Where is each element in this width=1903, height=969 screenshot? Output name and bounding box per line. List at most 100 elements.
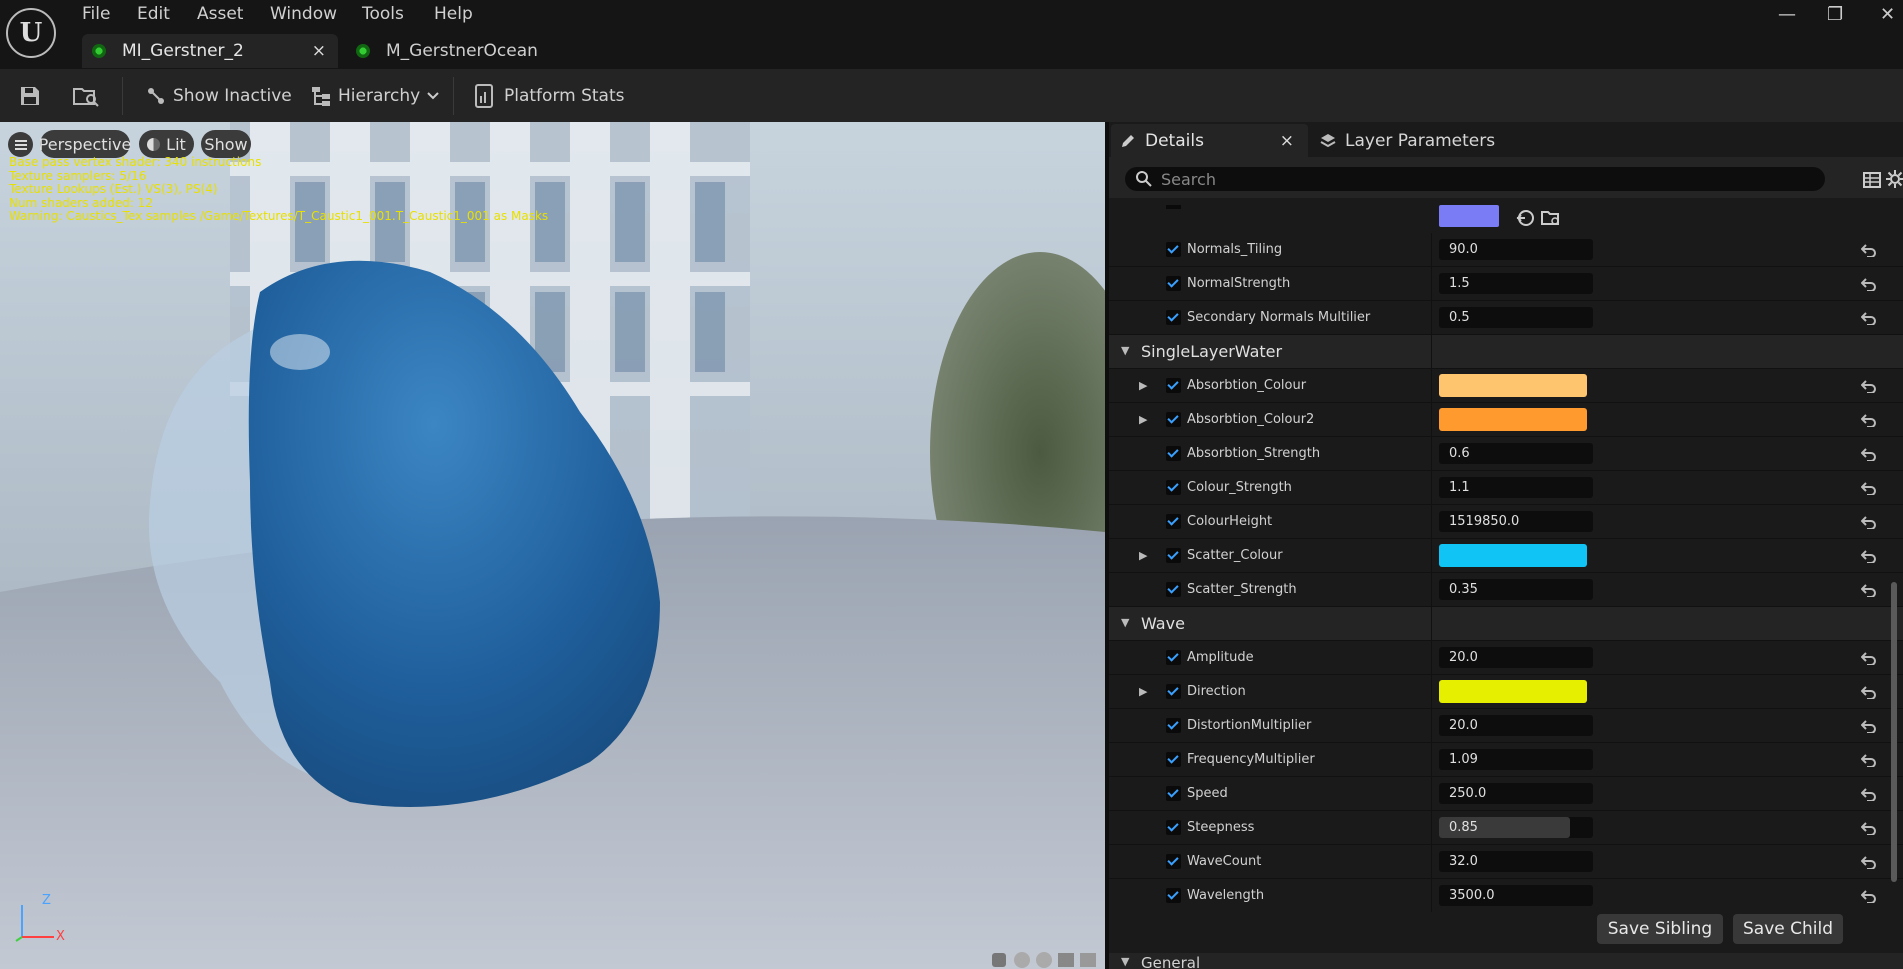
close-icon[interactable]: × [312,41,326,61]
value-field[interactable]: 32.0 [1439,851,1593,872]
override-checkbox[interactable] [1166,514,1181,529]
override-checkbox[interactable] [1166,786,1181,801]
color-swatch[interactable] [1439,544,1587,567]
platform-stats-button[interactable]: Platform Stats [474,69,625,122]
override-checkbox[interactable] [1166,718,1181,733]
reset-to-default-icon[interactable] [1861,685,1877,699]
minimize-icon[interactable]: — [1778,4,1796,25]
normal-texture-thumbnail[interactable] [1439,205,1499,227]
search-input[interactable]: Search [1125,167,1825,191]
expand-icon[interactable]: ▶ [1139,379,1147,392]
value-field[interactable]: 250.0 [1439,783,1593,804]
lit-button[interactable]: Lit [139,130,194,158]
value-field[interactable]: 20.0 [1439,715,1593,736]
preview-shape-buttons[interactable] [990,950,1102,969]
color-swatch[interactable] [1439,374,1587,397]
gear-icon[interactable] [1885,169,1903,189]
table-view-icon[interactable] [1862,170,1882,190]
reset-to-default-icon[interactable] [1861,549,1877,563]
slider-field[interactable]: 0.85 [1439,817,1593,838]
expand-icon[interactable]: ▶ [1139,685,1147,698]
override-checkbox[interactable] [1166,480,1181,495]
use-selected-asset-icon[interactable] [1516,209,1534,227]
browse-button[interactable] [72,69,100,122]
reset-to-default-icon[interactable] [1861,889,1877,903]
value-field[interactable]: 0.35 [1439,579,1593,600]
value-field[interactable]: 90.0 [1439,239,1593,260]
reset-to-default-icon[interactable] [1861,719,1877,733]
override-checkbox[interactable] [1166,684,1181,699]
override-checkbox[interactable] [1166,242,1181,257]
reset-to-default-icon[interactable] [1861,447,1877,461]
menu-file[interactable]: File [82,2,110,26]
hierarchy-dropdown[interactable]: Hierarchy [310,69,440,122]
save-sibling-button[interactable]: Save Sibling [1597,914,1723,944]
override-checkbox[interactable] [1166,548,1181,563]
save-button[interactable] [18,69,42,122]
override-checkbox[interactable] [1166,888,1181,903]
color-swatch[interactable] [1439,408,1587,431]
override-checkbox[interactable] [1166,446,1181,461]
property-row: ▶ Direction [1109,675,1903,709]
reset-to-default-icon[interactable] [1861,855,1877,869]
reset-to-default-icon[interactable] [1861,481,1877,495]
value-field[interactable]: 1519850.0 [1439,511,1593,532]
category-wave[interactable]: ▼ Wave [1109,607,1903,641]
value-field[interactable]: 0.6 [1439,443,1593,464]
reset-to-default-icon[interactable] [1861,311,1877,325]
category-general[interactable]: ▼ General [1109,953,1903,969]
show-inactive-button[interactable]: Show Inactive [145,69,292,122]
reset-to-default-icon[interactable] [1861,651,1877,665]
value-field[interactable]: 1.5 [1439,273,1593,294]
reset-to-default-icon[interactable] [1861,277,1877,291]
override-checkbox[interactable] [1166,276,1181,291]
value-field[interactable]: 20.0 [1439,647,1593,668]
reset-to-default-icon[interactable] [1861,821,1877,835]
value-field[interactable]: 0.5 [1439,307,1593,328]
show-button[interactable]: Show [201,130,251,158]
reset-to-default-icon[interactable] [1861,243,1877,257]
value-field[interactable]: 1.1 [1439,477,1593,498]
override-checkbox[interactable] [1166,412,1181,427]
menu-asset[interactable]: Asset [197,2,243,26]
reset-to-default-icon[interactable] [1861,413,1877,427]
tab-layer-parameters[interactable]: Layer Parameters [1319,124,1539,157]
menu-help[interactable]: Help [434,2,473,26]
override-checkbox[interactable] [1166,378,1181,393]
checkbox[interactable] [1166,205,1181,209]
tab-mi-gerstner-2[interactable]: MI_Gerstner_2 × [82,34,338,68]
reset-to-default-icon[interactable] [1861,515,1877,529]
override-checkbox[interactable] [1166,582,1181,597]
override-checkbox[interactable] [1166,310,1181,325]
material-preview-viewport[interactable]: Perspective Lit Show Base pass vertex sh… [0,122,1105,969]
details-scrollbar[interactable] [1891,582,1897,882]
close-window-icon[interactable]: ✕ [1880,4,1895,25]
browse-asset-icon[interactable] [1541,209,1561,227]
category-single-layer-water[interactable]: ▼ SingleLayerWater [1109,335,1903,369]
tab-details[interactable]: Details × [1111,124,1308,157]
reset-to-default-icon[interactable] [1861,787,1877,801]
override-checkbox[interactable] [1166,854,1181,869]
expand-icon[interactable]: ▶ [1139,413,1147,426]
viewport-options-button[interactable] [8,132,33,157]
override-checkbox[interactable] [1166,650,1181,665]
menu-tools[interactable]: Tools [362,2,404,26]
tab-m-gerstner-ocean[interactable]: M_GerstnerOcean [346,34,586,68]
override-checkbox[interactable] [1166,752,1181,767]
value-field[interactable]: 3500.0 [1439,885,1593,906]
expand-icon[interactable]: ▶ [1139,549,1147,562]
reset-to-default-icon[interactable] [1861,379,1877,393]
unreal-logo-icon[interactable]: U [6,8,56,58]
save-child-button[interactable]: Save Child [1733,914,1843,944]
reset-to-default-icon[interactable] [1861,753,1877,767]
value-field[interactable]: 1.09 [1439,749,1593,770]
menu-edit[interactable]: Edit [137,2,170,26]
perspective-button[interactable]: Perspective [39,130,131,158]
menu-window[interactable]: Window [270,2,337,26]
override-checkbox[interactable] [1166,820,1181,835]
close-icon[interactable]: × [1280,131,1294,151]
reset-to-default-icon[interactable] [1861,583,1877,597]
restore-icon[interactable]: ❐ [1827,4,1843,25]
color-swatch[interactable] [1439,680,1587,703]
preview-scene[interactable] [0,122,1105,969]
